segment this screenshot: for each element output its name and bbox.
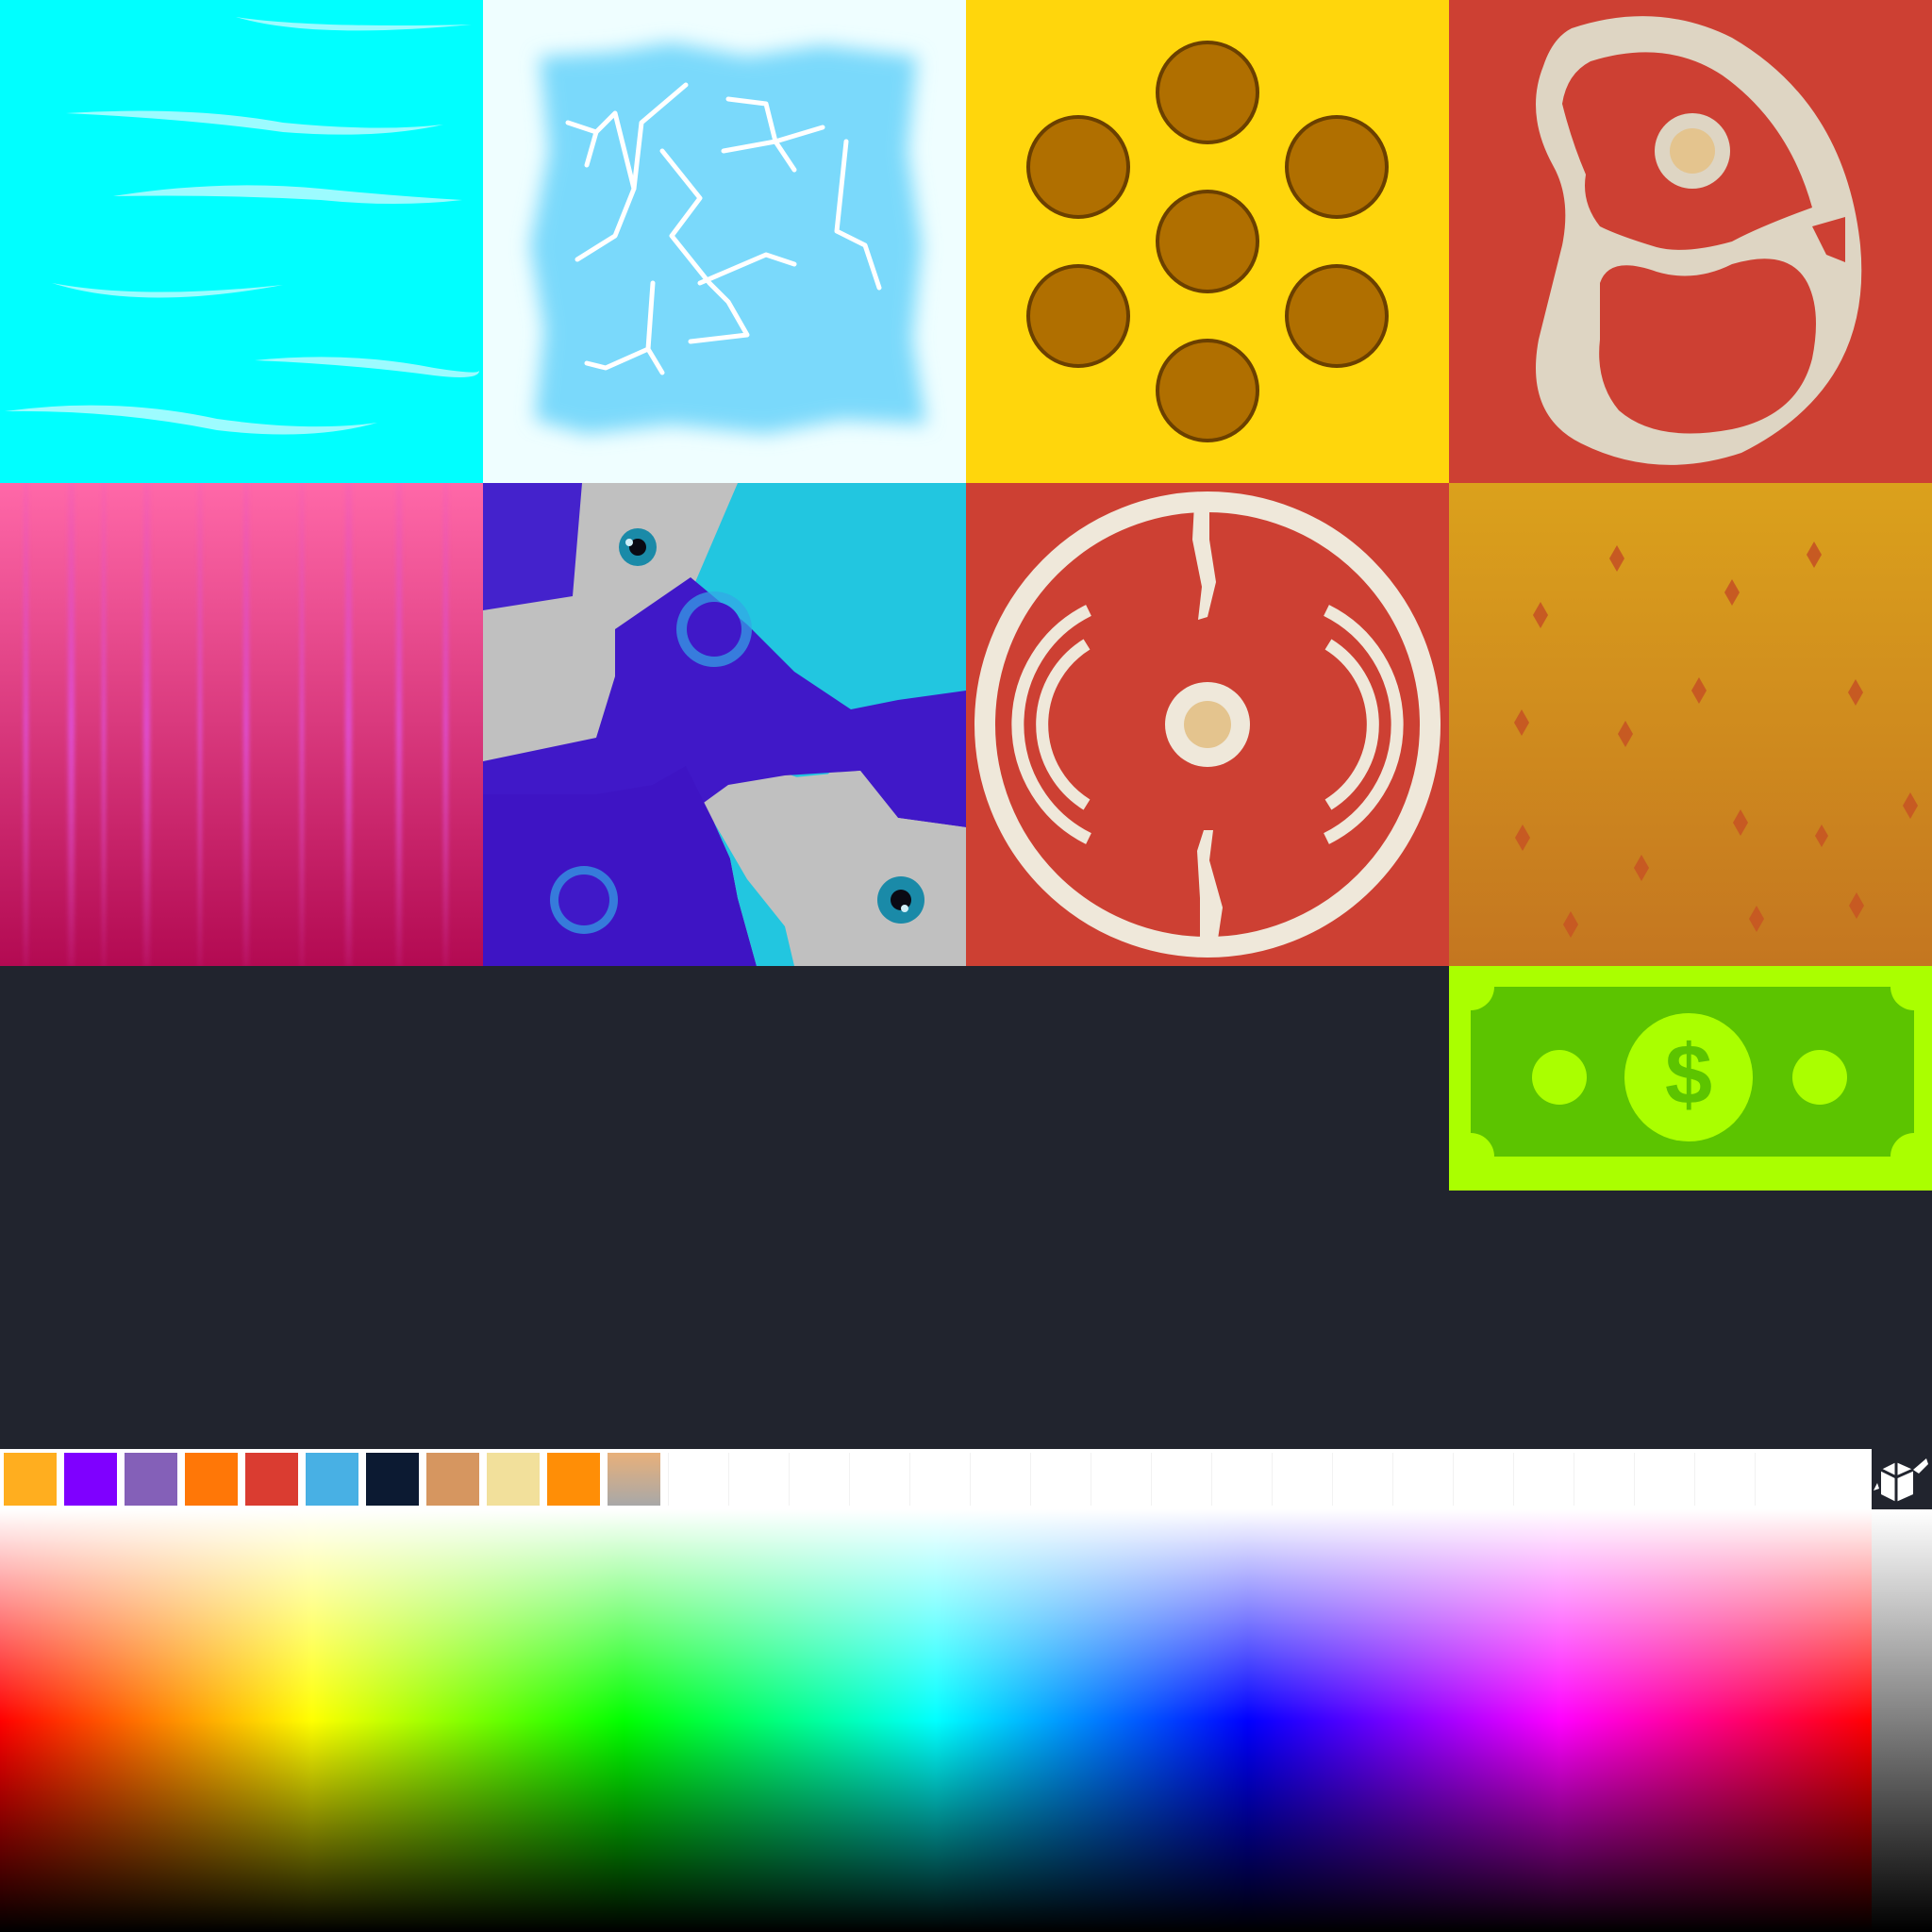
salami-texture[interactable] xyxy=(966,483,1449,966)
cookie-texture-art xyxy=(966,0,1449,483)
paint-bucket-logo-icon xyxy=(1872,1449,1932,1509)
empty-swatch-slot[interactable] xyxy=(1030,1453,1091,1506)
empty-swatch-slot[interactable] xyxy=(1574,1453,1634,1506)
empty-swatch-slot[interactable] xyxy=(1755,1453,1815,1506)
color-swatch[interactable] xyxy=(487,1453,540,1506)
empty-swatch-slot[interactable] xyxy=(789,1453,849,1506)
empty-swatch-slot[interactable] xyxy=(668,1453,728,1506)
curtain-texture[interactable] xyxy=(0,483,483,966)
color-swatch[interactable] xyxy=(608,1453,660,1506)
empty-swatch-slot[interactable] xyxy=(1392,1453,1453,1506)
money-texture-art: $ xyxy=(1449,966,1932,1191)
color-swatch[interactable] xyxy=(306,1453,358,1506)
bread-texture[interactable] xyxy=(1449,483,1932,966)
cookie-texture[interactable] xyxy=(966,0,1449,483)
empty-swatch-slot[interactable] xyxy=(728,1453,789,1506)
empty-swatch-slot[interactable] xyxy=(1513,1453,1574,1506)
color-swatch[interactable] xyxy=(547,1453,600,1506)
svg-text:$: $ xyxy=(1665,1028,1712,1123)
steak-texture-art xyxy=(1449,0,1932,483)
grayscale-picker[interactable] xyxy=(1872,1509,1932,1932)
color-spectrum-picker[interactable] xyxy=(0,1509,1872,1932)
color-swatch[interactable] xyxy=(426,1453,479,1506)
water-texture[interactable] xyxy=(0,0,483,483)
empty-swatch-slot[interactable] xyxy=(1694,1453,1755,1506)
empty-swatch-slot[interactable] xyxy=(1332,1453,1392,1506)
empty-swatch-slot[interactable] xyxy=(1151,1453,1211,1506)
ice-texture[interactable] xyxy=(483,0,966,483)
swatch-palette xyxy=(0,1449,1872,1509)
salami-texture-art xyxy=(966,483,1449,966)
color-swatch[interactable] xyxy=(64,1453,117,1506)
empty-swatch-slot[interactable] xyxy=(849,1453,909,1506)
empty-swatch-slot[interactable] xyxy=(1453,1453,1513,1506)
water-texture-art xyxy=(0,0,483,483)
empty-swatch-slot[interactable] xyxy=(970,1453,1030,1506)
steak-texture[interactable] xyxy=(1449,0,1932,483)
empty-swatch-slot[interactable] xyxy=(1211,1453,1272,1506)
empty-swatch-slot[interactable] xyxy=(1272,1453,1332,1506)
color-swatch[interactable] xyxy=(185,1453,238,1506)
color-swatch[interactable] xyxy=(4,1453,57,1506)
money-texture[interactable]: $ xyxy=(1449,966,1932,1191)
empty-swatch-slot[interactable] xyxy=(1091,1453,1151,1506)
empty-swatch-slot[interactable] xyxy=(909,1453,970,1506)
ice-texture-art xyxy=(483,0,966,483)
slime-texture-art xyxy=(483,483,966,966)
slime-texture[interactable] xyxy=(483,483,966,966)
curtain-texture-art xyxy=(0,483,483,966)
empty-swatch-slot[interactable] xyxy=(1634,1453,1694,1506)
color-swatch[interactable] xyxy=(125,1453,177,1506)
color-swatch[interactable] xyxy=(366,1453,419,1506)
color-swatch[interactable] xyxy=(245,1453,298,1506)
bread-texture-art xyxy=(1449,483,1932,966)
